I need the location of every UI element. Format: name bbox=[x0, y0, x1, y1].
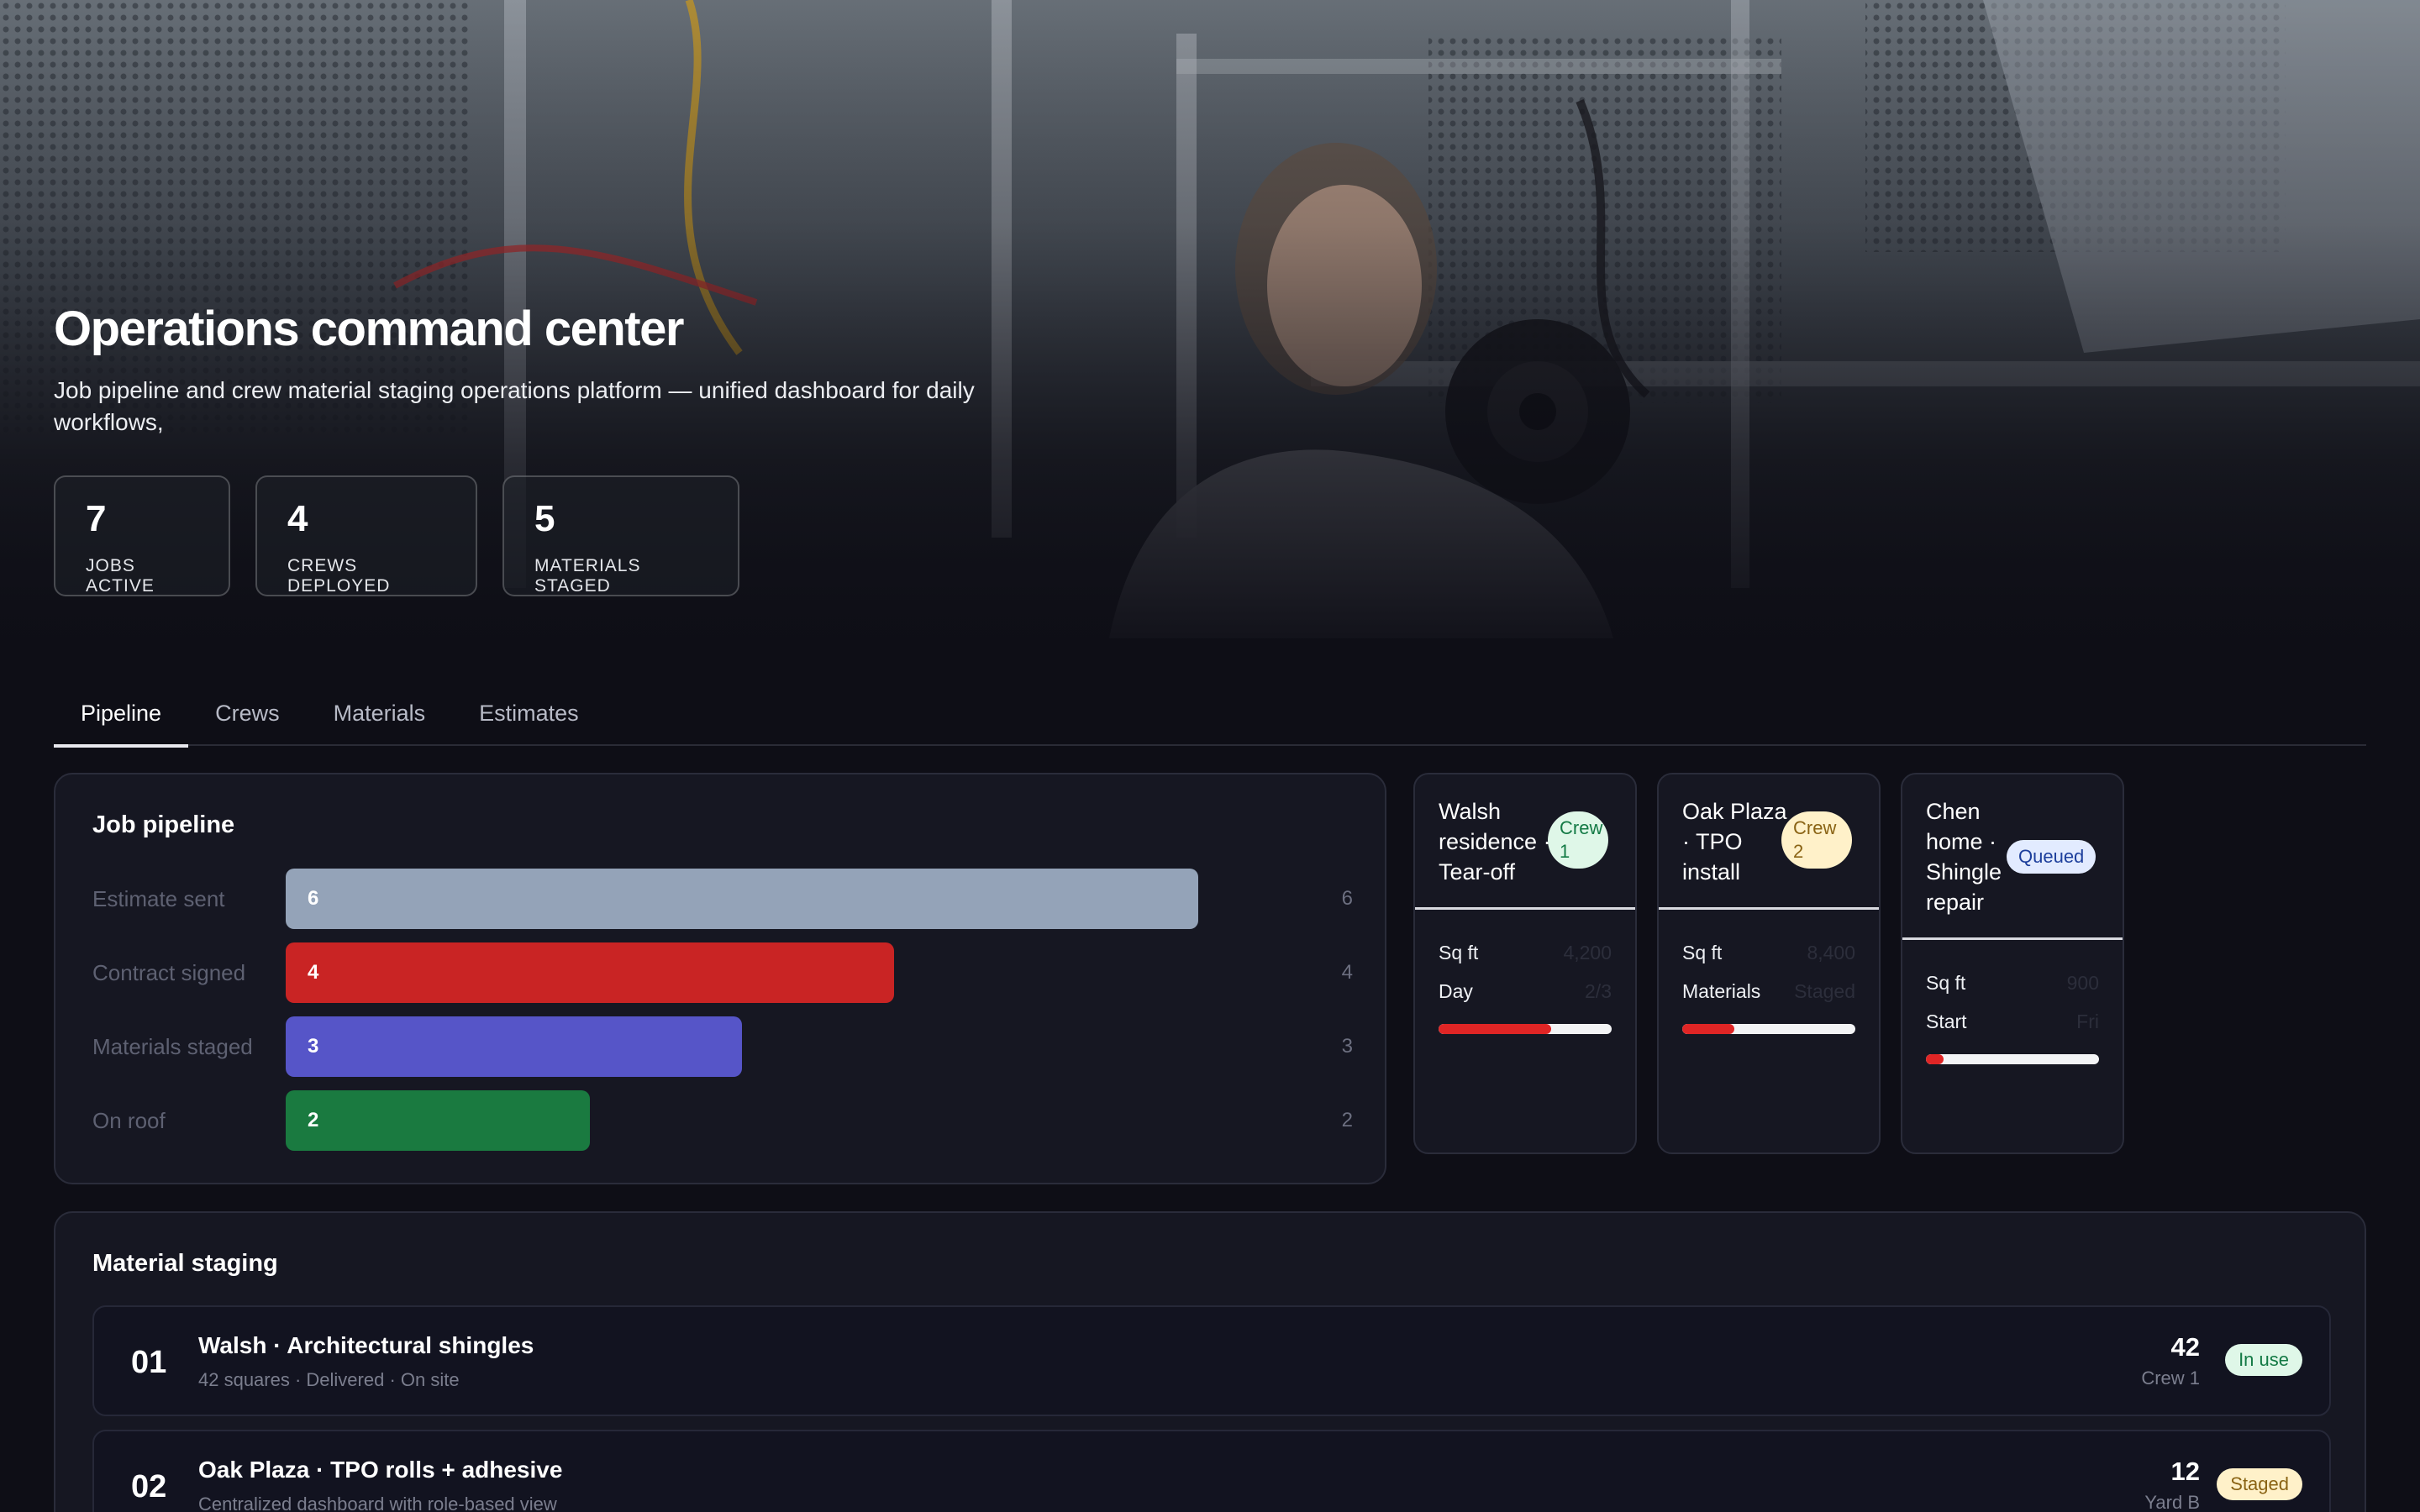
stat-value: 5 bbox=[534, 498, 555, 539]
list-item[interactable]: 01 Walsh · Architectural shingles 42 squ… bbox=[92, 1305, 2331, 1416]
item-quantity: 12 bbox=[2170, 1457, 2200, 1486]
status-badge: Queued bbox=[2007, 840, 2096, 874]
detail-key: Sq ft bbox=[1439, 941, 1479, 963]
stat-label: CREWS DEPLOYED bbox=[287, 556, 391, 596]
list-item[interactable]: 02 Oak Plaza · TPO rolls + adhesive Cent… bbox=[92, 1430, 2331, 1512]
stat-card-materials-staged: 5 MATERIALS STAGED bbox=[502, 475, 739, 596]
material-staging-panel: Material staging 01 Walsh · Architectura… bbox=[54, 1211, 2366, 1512]
detail-value: 4,200 bbox=[1563, 941, 1612, 963]
status-badge: Staged bbox=[2217, 1468, 2302, 1500]
stage-track: 6 bbox=[286, 869, 1198, 929]
job-card-header: Chen home · Shingle repair Queued bbox=[1902, 774, 2123, 940]
detail-value: 2/3 bbox=[1585, 979, 1612, 1002]
stats-row: 7 JOBS ACTIVE 4 CREWS DEPLOYED 5 MATERIA… bbox=[54, 475, 739, 596]
job-card-walsh[interactable]: Walsh residence · Tear-off Crew 1 Sq ft … bbox=[1413, 773, 1637, 1154]
detail-value: Staged bbox=[1794, 979, 1855, 1002]
page-subtitle: Job pipeline and crew material staging o… bbox=[54, 376, 975, 435]
stat-card-jobs-active: 7 JOBS ACTIVE bbox=[54, 475, 230, 596]
stat-card-crews-deployed: 4 CREWS DEPLOYED bbox=[255, 475, 477, 596]
item-number: 02 bbox=[131, 1468, 167, 1504]
stat-label: JOBS ACTIVE bbox=[86, 556, 155, 596]
stage-count: 2 bbox=[1341, 1109, 1353, 1131]
job-card-chen[interactable]: Chen home · Shingle repair Queued Sq ft … bbox=[1901, 773, 2124, 1154]
job-detail-row: Start Fri bbox=[1926, 1002, 2099, 1041]
item-subtitle: 42 squares · Delivered · On site bbox=[198, 1369, 460, 1390]
job-detail-row: Sq ft 900 bbox=[1926, 963, 2099, 1002]
status-badge: In use bbox=[2225, 1344, 2302, 1376]
crew-badge: Crew 2 bbox=[1781, 811, 1852, 869]
stage-bar: 6 bbox=[286, 869, 1198, 929]
stage-count: 6 bbox=[1341, 887, 1353, 910]
stat-value: 4 bbox=[287, 498, 308, 539]
stage-label: On roof bbox=[92, 1108, 166, 1133]
job-card-oak-plaza[interactable]: Oak Plaza · TPO install Crew 2 Sq ft 8,4… bbox=[1657, 773, 1881, 1154]
staging-title: Material staging bbox=[92, 1250, 278, 1277]
tab-crews[interactable]: Crews bbox=[188, 680, 307, 746]
job-progress-fill bbox=[1439, 1024, 1551, 1034]
job-progress-bar bbox=[1439, 1024, 1612, 1034]
item-quantity: 42 bbox=[2170, 1332, 2200, 1362]
detail-key: Start bbox=[1926, 1010, 1967, 1032]
item-location: Yard B bbox=[2144, 1492, 2200, 1512]
page-title: Operations command center bbox=[54, 302, 684, 356]
stage-label: Estimate sent bbox=[92, 886, 225, 911]
job-pipeline-panel: Job pipeline Estimate sent 6 6 Contract … bbox=[54, 773, 1386, 1184]
item-number: 01 bbox=[131, 1344, 167, 1380]
stage-bar: 4 bbox=[286, 942, 894, 1003]
stage-count: 3 bbox=[1341, 1035, 1353, 1058]
pipeline-stage-materials-staged[interactable]: Materials staged 3 3 bbox=[92, 1016, 1353, 1077]
tab-bar: Pipeline Crews Materials Estimates bbox=[54, 680, 2366, 748]
detail-key: Sq ft bbox=[1926, 971, 1966, 994]
tab-pipeline[interactable]: Pipeline bbox=[54, 680, 189, 748]
job-detail-row: Sq ft 8,400 bbox=[1682, 933, 1855, 972]
pipeline-title: Job pipeline bbox=[92, 811, 235, 838]
job-detail-row: Sq ft 4,200 bbox=[1439, 933, 1612, 972]
stage-bar: 3 bbox=[286, 1016, 742, 1077]
job-name: Walsh residence · Tear-off bbox=[1439, 799, 1551, 885]
hero-banner: Operations command center Job pipeline a… bbox=[0, 0, 2420, 638]
job-progress-fill bbox=[1926, 1054, 1944, 1064]
crew-badge: Crew 1 bbox=[1548, 811, 1608, 869]
item-title: Oak Plaza · TPO rolls + adhesive bbox=[198, 1457, 563, 1483]
job-progress-bar bbox=[1926, 1054, 2099, 1064]
tab-materials[interactable]: Materials bbox=[307, 680, 453, 746]
detail-value: 8,400 bbox=[1807, 941, 1855, 963]
stage-label: Materials staged bbox=[92, 1034, 253, 1059]
job-detail-row: Materials Staged bbox=[1682, 972, 1855, 1011]
pipeline-stage-contract-signed[interactable]: Contract signed 4 4 bbox=[92, 942, 1353, 1003]
stage-label: Contract signed bbox=[92, 960, 246, 985]
job-progress-bar bbox=[1682, 1024, 1855, 1034]
detail-key: Materials bbox=[1682, 979, 1761, 1002]
detail-value: 900 bbox=[2066, 971, 2099, 994]
stat-label: MATERIALS STAGED bbox=[534, 556, 641, 596]
pipeline-stage-on-roof[interactable]: On roof 2 2 bbox=[92, 1090, 1353, 1151]
stage-track: 2 bbox=[286, 1090, 1198, 1151]
stat-value: 7 bbox=[86, 498, 107, 539]
job-progress-fill bbox=[1682, 1024, 1734, 1034]
item-subtitle: Centralized dashboard with role-based vi… bbox=[198, 1494, 557, 1512]
stage-count: 4 bbox=[1341, 961, 1353, 984]
stage-bar: 2 bbox=[286, 1090, 590, 1151]
stage-track: 4 bbox=[286, 942, 1198, 1003]
item-title: Walsh · Architectural shingles bbox=[198, 1332, 534, 1358]
tab-estimates[interactable]: Estimates bbox=[452, 680, 606, 746]
detail-value: Fri bbox=[2076, 1010, 2099, 1032]
detail-key: Sq ft bbox=[1682, 941, 1723, 963]
item-location: Crew 1 bbox=[2141, 1368, 2200, 1389]
stage-track: 3 bbox=[286, 1016, 1198, 1077]
job-detail-row: Day 2/3 bbox=[1439, 972, 1612, 1011]
job-card-header: Oak Plaza · TPO install Crew 2 bbox=[1659, 774, 1879, 910]
pipeline-stage-estimate-sent[interactable]: Estimate sent 6 6 bbox=[92, 869, 1353, 929]
job-card-header: Walsh residence · Tear-off Crew 1 bbox=[1415, 774, 1635, 910]
detail-key: Day bbox=[1439, 979, 1473, 1002]
job-name: Chen home · Shingle repair bbox=[1926, 799, 2002, 915]
